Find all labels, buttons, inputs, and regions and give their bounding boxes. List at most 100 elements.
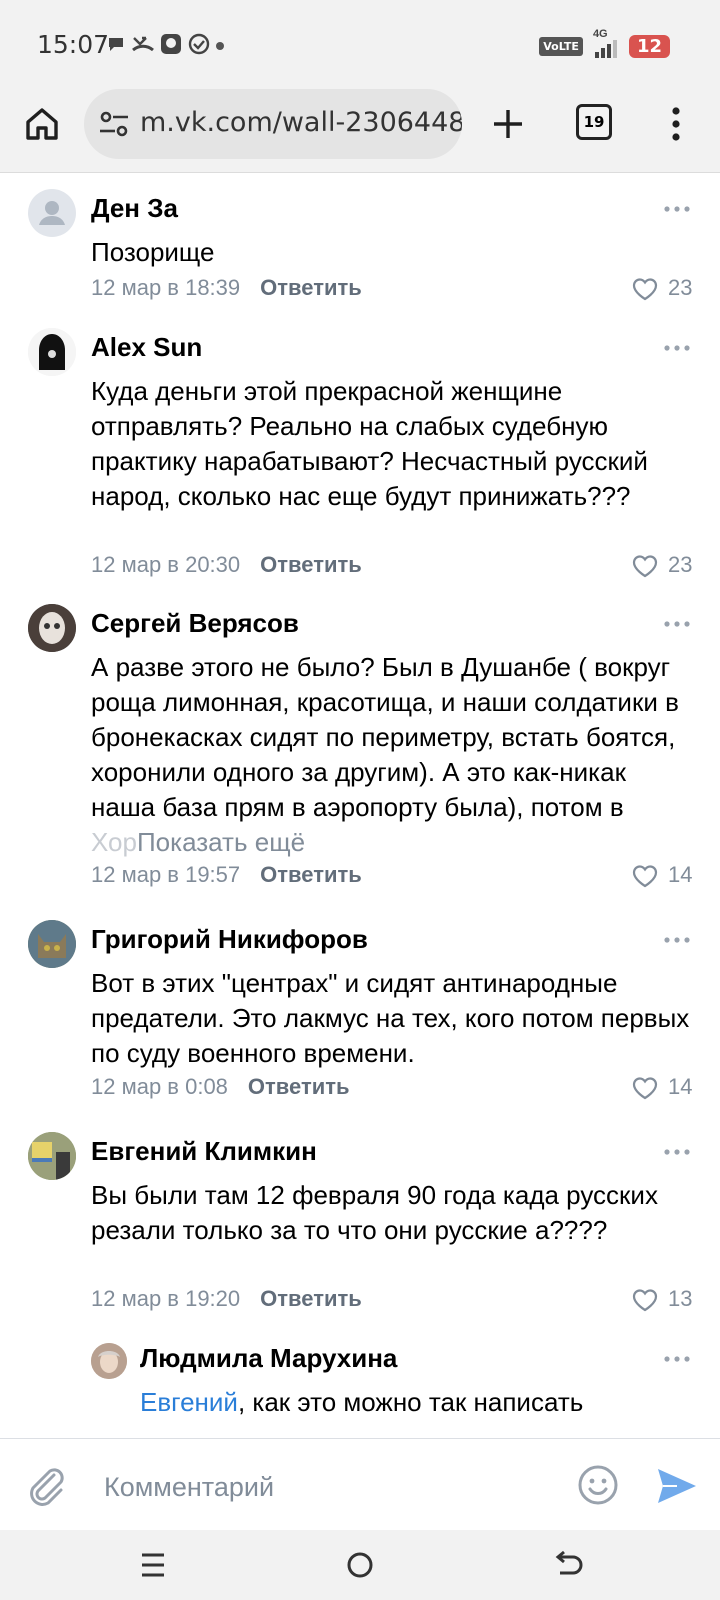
heart-icon xyxy=(632,1289,658,1312)
more-horizontal-icon xyxy=(664,206,690,212)
gallery-icon xyxy=(160,33,182,60)
comment-item: Григорий Никифоров Вот в этих "центрах" … xyxy=(0,920,720,1120)
comment-more-button[interactable] xyxy=(664,1132,690,1172)
like-count: 14 xyxy=(668,1074,693,1099)
home-icon xyxy=(26,108,58,140)
missed-call-icon xyxy=(132,34,154,59)
back-button[interactable] xyxy=(548,1548,588,1582)
site-settings-icon[interactable] xyxy=(98,109,130,139)
comment-more-button[interactable] xyxy=(664,1339,690,1379)
like-button[interactable]: 13 xyxy=(632,1286,712,1316)
send-button[interactable] xyxy=(654,1463,700,1509)
browser-menu-button[interactable] xyxy=(664,104,688,144)
heart-icon xyxy=(632,1077,658,1100)
tab-switcher-button[interactable]: 19 xyxy=(576,104,612,140)
chat-bubble-icon xyxy=(106,34,126,59)
more-horizontal-icon xyxy=(664,937,690,943)
reply-button[interactable]: Ответить xyxy=(248,1074,350,1099)
woman-avatar-icon xyxy=(91,1343,127,1379)
default-user-icon xyxy=(39,201,65,225)
comment-date: 12 мар в 18:39 xyxy=(91,275,241,300)
like-button[interactable]: 14 xyxy=(632,1074,712,1104)
comment-author[interactable]: Людмила Марухина xyxy=(140,1343,397,1374)
circle-home-icon xyxy=(347,1552,373,1578)
avatar[interactable] xyxy=(28,328,76,376)
url-text: m.vk.com/wall-23064487 xyxy=(140,107,462,138)
reply-button[interactable]: Ответить xyxy=(260,862,362,887)
comment-input[interactable] xyxy=(104,1467,544,1507)
outdoor-avatar-icon xyxy=(28,1132,76,1180)
new-tab-button[interactable] xyxy=(488,104,528,144)
avatar[interactable] xyxy=(28,1132,76,1180)
like-count: 13 xyxy=(668,1286,693,1311)
status-right: VoLTE 4G 12 xyxy=(539,28,670,58)
comment-text-body: А разве этого не было? Был в Душанбе ( в… xyxy=(91,652,679,822)
system-nav-bar xyxy=(0,1530,720,1600)
comment-date: 12 мар в 20:30 xyxy=(91,552,241,577)
address-bar[interactable]: m.vk.com/wall-23064487 xyxy=(84,89,462,159)
comment-more-button[interactable] xyxy=(664,604,690,644)
hooded-figure-avatar-icon xyxy=(28,328,76,376)
emoji-button[interactable] xyxy=(576,1463,620,1507)
home-button[interactable] xyxy=(22,104,62,144)
comment-author[interactable]: Евгений Климкин xyxy=(91,1136,317,1167)
face-avatar-icon xyxy=(28,604,76,652)
notification-icons xyxy=(106,33,224,60)
home-nav-button[interactable] xyxy=(340,1548,380,1582)
smiley-icon xyxy=(578,1465,618,1505)
comment-date: 12 мар в 0:08 xyxy=(91,1074,228,1099)
reply-button[interactable]: Ответить xyxy=(260,552,362,577)
comment-more-button[interactable] xyxy=(664,920,690,960)
back-arrow-icon xyxy=(555,1550,583,1575)
browser-toolbar: m.vk.com/wall-23064487 19 xyxy=(0,88,720,173)
comments-feed[interactable]: Ден За Позорище 12 мар в 18:39 Ответить 2… xyxy=(0,173,720,1438)
comment-author[interactable]: Ден За xyxy=(91,193,178,224)
avatar[interactable] xyxy=(28,189,76,237)
like-button[interactable]: 23 xyxy=(632,552,712,582)
reply-button[interactable]: Ответить xyxy=(260,275,362,300)
comment-meta: 12 мар в 19:57 Ответить xyxy=(91,862,362,888)
status-time: 15:07 xyxy=(37,30,110,59)
comment-meta: 12 мар в 19:20 Ответить xyxy=(91,1286,362,1312)
comment-meta: 12 мар в 0:08 Ответить xyxy=(91,1074,350,1100)
recents-icon xyxy=(142,1553,164,1577)
heart-icon xyxy=(632,555,658,578)
like-button[interactable]: 14 xyxy=(632,862,712,892)
attach-button[interactable] xyxy=(24,1463,68,1507)
more-horizontal-icon xyxy=(664,621,690,627)
heart-icon xyxy=(632,865,658,888)
send-icon xyxy=(658,1469,696,1503)
like-count: 23 xyxy=(668,275,693,300)
comment-author[interactable]: Alex Sun xyxy=(91,332,202,363)
comment-item: Ден За Позорище 12 мар в 18:39 Ответить 2… xyxy=(0,189,720,319)
reply-comment-item: Людмила Марухина Евгений, как это можно … xyxy=(0,1343,720,1438)
comment-text: А разве этого не было? Был в Душанбе ( в… xyxy=(91,650,691,860)
cat-avatar-icon xyxy=(28,920,76,968)
dot-icon xyxy=(216,37,224,55)
show-more-link[interactable]: Показать ещё xyxy=(137,827,305,857)
comment-more-button[interactable] xyxy=(664,189,690,229)
avatar[interactable] xyxy=(28,604,76,652)
mention-link[interactable]: Евгений xyxy=(140,1387,238,1417)
comment-meta: 12 мар в 18:39 Ответить xyxy=(91,275,362,301)
check-circle-icon xyxy=(188,33,210,60)
avatar[interactable] xyxy=(28,920,76,968)
comment-author[interactable]: Григорий Никифоров xyxy=(91,924,368,955)
comment-text: Вот в этих "центрах" и сидят антинародны… xyxy=(91,968,690,1068)
recents-button[interactable] xyxy=(132,1548,172,1582)
reply-button[interactable]: Ответить xyxy=(260,1286,362,1311)
comment-date: 12 мар в 19:20 xyxy=(91,1286,241,1311)
volte-badge: VoLTE xyxy=(539,36,583,56)
heart-icon xyxy=(632,278,658,301)
avatar[interactable] xyxy=(91,1343,127,1379)
comment-author[interactable]: Сергей Верясов xyxy=(91,608,299,639)
like-button[interactable]: 23 xyxy=(632,275,712,305)
comment-text-fade: Хор xyxy=(91,827,137,857)
comment-more-button[interactable] xyxy=(664,328,690,368)
comment-item: Сергей Верясов А разве этого не было? Бы… xyxy=(0,604,720,904)
comment-text: Вы были там 12 февраля 90 года када русс… xyxy=(91,1180,658,1245)
comment-item: Alex Sun Куда деньги этой прекрасной жен… xyxy=(0,328,720,598)
more-horizontal-icon xyxy=(664,1149,690,1155)
more-horizontal-icon xyxy=(664,1356,690,1362)
comment-text: Евгений, как это можно так написать xyxy=(140,1385,700,1420)
